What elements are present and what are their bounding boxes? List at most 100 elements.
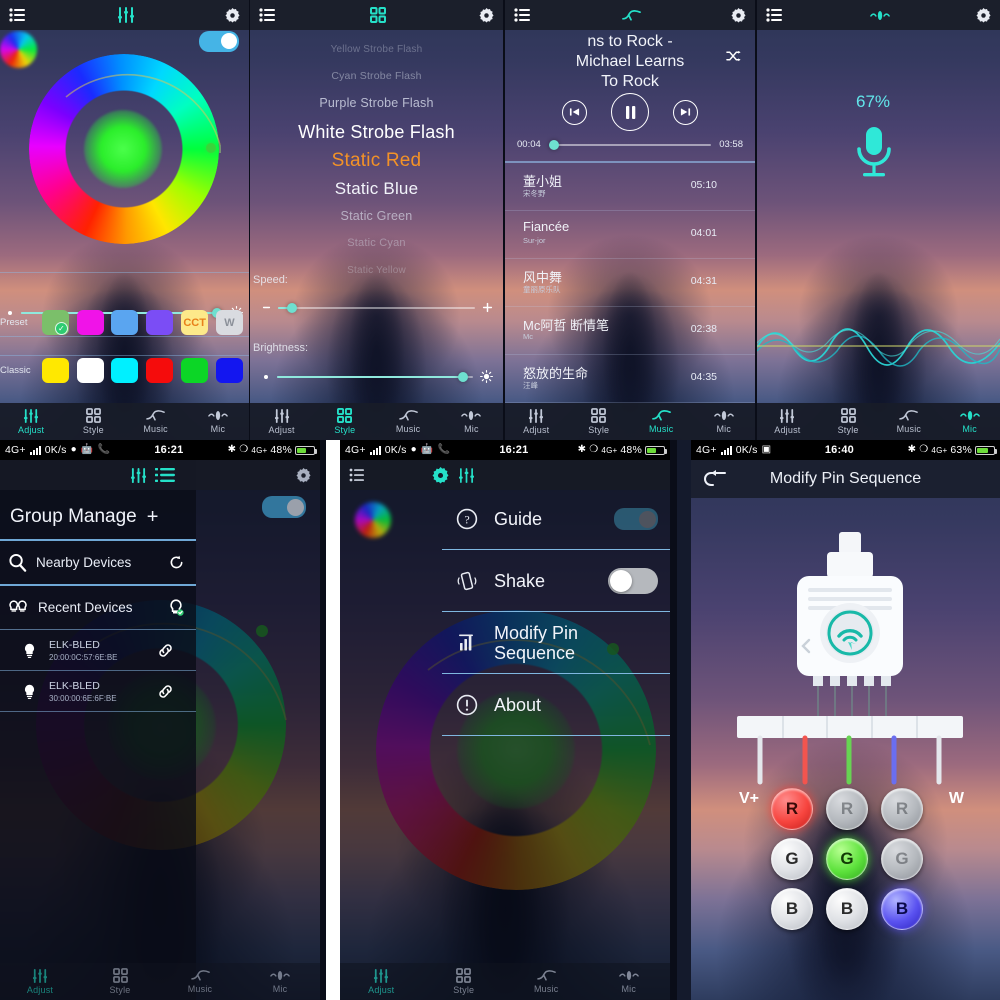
pin-button-r-3[interactable]: R xyxy=(881,788,923,830)
menu-item-guide[interactable]: ? Guide xyxy=(442,488,670,550)
gear-icon[interactable] xyxy=(976,7,991,23)
color-swatch-green[interactable] xyxy=(181,358,209,383)
gear-icon[interactable] xyxy=(432,466,449,484)
list-icon[interactable] xyxy=(155,467,175,483)
color-swatch-magenta[interactable] xyxy=(76,310,104,335)
color-swatch-blue[interactable] xyxy=(215,358,243,383)
tab-music[interactable]: Music xyxy=(879,403,940,440)
shuffle-icon[interactable] xyxy=(726,50,741,62)
tab-adjust[interactable]: Adjust xyxy=(250,403,313,440)
color-swatch-blue[interactable] xyxy=(111,310,139,335)
color-wheel-badge[interactable] xyxy=(355,502,391,538)
tab-style[interactable]: Style xyxy=(423,963,506,1000)
sliders-icon[interactable] xyxy=(458,467,475,483)
playlist[interactable]: 董小姐 宋冬野 05:10 Fiancée Sur-jor 04:01 风中舞 童丽原乐队 04… xyxy=(505,163,755,403)
sliders-icon[interactable] xyxy=(130,467,147,483)
pin-button-g-1[interactable]: G xyxy=(771,838,813,880)
nearby-devices-row[interactable]: Nearby Devices xyxy=(0,541,196,584)
tab-mic[interactable]: Mic xyxy=(588,963,671,1000)
color-swatch-yellow[interactable] xyxy=(41,358,69,383)
tab-adjust[interactable]: Adjust xyxy=(0,963,80,1000)
music-wave-icon[interactable] xyxy=(621,9,641,22)
link-icon[interactable] xyxy=(157,642,174,659)
pin-button-r-2[interactable]: R xyxy=(826,788,868,830)
color-swatch-purple[interactable] xyxy=(146,310,174,335)
hue-handle[interactable] xyxy=(206,143,216,153)
tab-style[interactable]: Style xyxy=(80,963,160,1000)
pin-button-b-2[interactable]: B xyxy=(826,888,868,930)
playlist-item[interactable]: 风中舞 童丽原乐队 04:31 xyxy=(505,259,755,307)
playlist-item[interactable]: Mc阿哲 断情笔 Mc 02:38 xyxy=(505,307,755,355)
color-swatch-white[interactable] xyxy=(76,358,104,383)
menu-item-about[interactable]: About xyxy=(442,674,670,736)
recent-devices-row[interactable]: Recent Devices xyxy=(0,586,196,629)
playlist-item[interactable]: 怒放的生命 汪峰 04:35 xyxy=(505,355,755,403)
style-mode[interactable]: White Strobe Flash xyxy=(250,117,503,147)
style-mode[interactable]: Static Blue xyxy=(250,175,503,203)
tab-mic[interactable]: Mic xyxy=(187,403,249,440)
tab-style[interactable]: Style xyxy=(62,403,124,440)
tab-music[interactable]: Music xyxy=(377,403,440,440)
tab-mic[interactable]: Mic xyxy=(240,963,320,1000)
list-icon[interactable] xyxy=(9,8,26,22)
pause-icon[interactable] xyxy=(611,93,649,131)
playlist-item[interactable]: Fiancée Sur-jor 04:01 xyxy=(505,211,755,259)
style-mode[interactable]: Yellow Strobe Flash xyxy=(250,36,503,63)
list-icon[interactable] xyxy=(259,8,276,22)
style-mode[interactable]: Static Cyan xyxy=(250,230,503,257)
playback-progress[interactable]: 00:04 03:58 xyxy=(517,139,743,150)
add-group-button[interactable]: + xyxy=(147,506,159,529)
color-swatch-cct[interactable]: CCT xyxy=(181,310,209,335)
back-arrow-icon[interactable] xyxy=(703,469,729,489)
style-mode[interactable]: Static Green xyxy=(250,203,503,230)
style-mode[interactable]: Cyan Strobe Flash xyxy=(250,63,503,90)
menu-item-modify-pin-sequence[interactable]: Modify Pin Sequence xyxy=(442,612,670,674)
power-toggle[interactable] xyxy=(262,496,306,518)
gear-icon[interactable] xyxy=(296,467,311,483)
style-mode[interactable]: Purple Strobe Flash xyxy=(250,90,503,117)
device-list[interactable]: ELK-BLED 20:00:0C:57:6E:BE ELK-BLED 30:00:0… xyxy=(0,630,196,712)
device-row[interactable]: ELK-BLED 30:00:00:6E:6F:BE xyxy=(0,671,196,712)
tab-style[interactable]: Style xyxy=(818,403,879,440)
next-icon[interactable] xyxy=(673,99,698,125)
brightness-slider[interactable] xyxy=(262,370,493,383)
grid-icon[interactable] xyxy=(369,7,386,23)
list-icon[interactable] xyxy=(766,8,783,22)
shake-toggle[interactable] xyxy=(608,568,658,594)
tab-mic[interactable]: Mic xyxy=(440,403,503,440)
link-icon[interactable] xyxy=(157,683,174,700)
list-icon[interactable] xyxy=(349,468,366,482)
tab-music[interactable]: Music xyxy=(125,403,187,440)
tab-adjust[interactable]: Adjust xyxy=(757,403,818,440)
tab-music[interactable]: Music xyxy=(505,963,588,1000)
tab-style[interactable]: Style xyxy=(568,403,631,440)
style-mode[interactable]: Static Yellow xyxy=(250,257,503,284)
tab-music[interactable]: Music xyxy=(630,403,693,440)
pin-button-r-1[interactable]: R xyxy=(771,788,813,830)
color-swatch-cyan[interactable] xyxy=(111,358,139,383)
gear-icon[interactable] xyxy=(479,7,494,23)
tab-adjust[interactable]: Adjust xyxy=(0,403,62,440)
color-swatch-green[interactable] xyxy=(41,310,69,335)
list-icon[interactable] xyxy=(514,8,531,22)
microphone-icon[interactable] xyxy=(869,9,890,22)
tab-adjust[interactable]: Adjust xyxy=(505,403,568,440)
playlist-item[interactable]: 董小姐 宋冬野 05:10 xyxy=(505,163,755,211)
tab-mic[interactable]: Mic xyxy=(939,403,1000,440)
style-mode-list[interactable]: Yellow Strobe Flash Cyan Strobe Flash Pu… xyxy=(250,36,503,284)
device-row[interactable]: ELK-BLED 20:00:0C:57:6E:BE xyxy=(0,630,196,671)
pin-button-g-2[interactable]: G xyxy=(826,838,868,880)
pin-button-g-3[interactable]: G xyxy=(881,838,923,880)
tab-mic[interactable]: Mic xyxy=(693,403,756,440)
previous-icon[interactable] xyxy=(562,99,587,125)
bulb-check-icon[interactable] xyxy=(168,598,184,617)
sliders-icon[interactable] xyxy=(117,7,135,23)
guide-toggle[interactable] xyxy=(614,508,658,530)
menu-item-shake[interactable]: Shake xyxy=(442,550,670,612)
refresh-icon[interactable] xyxy=(169,555,184,570)
tab-adjust[interactable]: Adjust xyxy=(340,963,423,1000)
color-swatch-white[interactable]: W xyxy=(215,310,243,335)
pin-grid[interactable]: RRRGGGBBB xyxy=(771,788,941,938)
pin-button-b-3[interactable]: B xyxy=(881,888,923,930)
tab-music[interactable]: Music xyxy=(160,963,240,1000)
